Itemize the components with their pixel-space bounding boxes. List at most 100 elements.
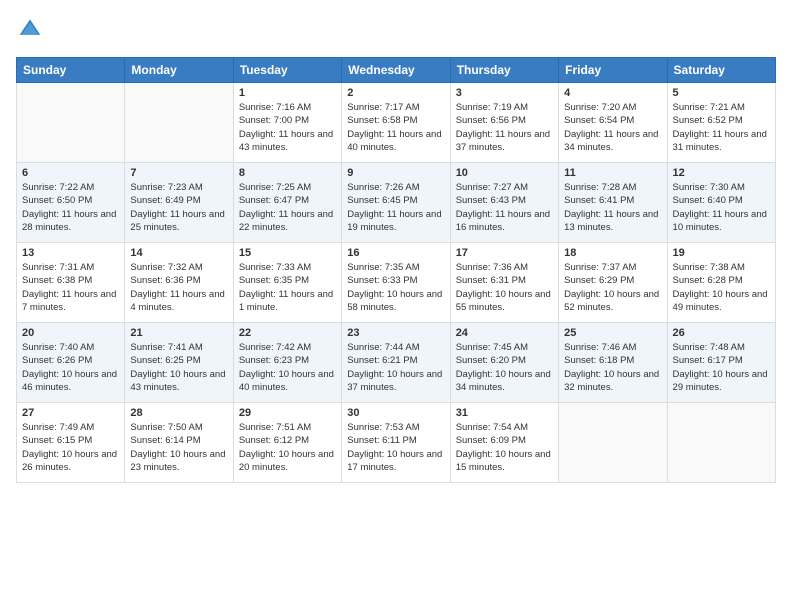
day-number: 28 (130, 407, 227, 419)
day-info: Sunrise: 7:44 AM Sunset: 6:21 PM Dayligh… (347, 341, 444, 394)
calendar-cell: 30 Sunrise: 7:53 AM Sunset: 6:11 PM Dayli… (342, 403, 450, 483)
day-number: 15 (239, 247, 336, 259)
day-number: 14 (130, 247, 227, 259)
calendar-table: SundayMondayTuesdayWednesdayThursdayFrid… (16, 57, 776, 483)
day-number: 31 (456, 407, 553, 419)
calendar-cell: 1Sunrise: 7:16 AM Sunset: 7:00 PM Daylig… (233, 83, 341, 163)
day-info: Sunrise: 7:41 AM Sunset: 6:25 PM Dayligh… (130, 341, 227, 394)
day-info: Sunrise: 7:46 AM Sunset: 6:18 PM Dayligh… (564, 341, 661, 394)
day-info: Sunrise: 7:26 AM Sunset: 6:45 PM Dayligh… (347, 181, 444, 234)
day-number: 30 (347, 407, 444, 419)
day-number: 10 (456, 167, 553, 179)
calendar-week-row: 20 Sunrise: 7:40 AM Sunset: 6:26 PM Dayli… (17, 323, 776, 403)
weekday-header-row: SundayMondayTuesdayWednesdayThursdayFrid… (17, 58, 776, 83)
day-number: 8 (239, 167, 336, 179)
day-number: 19 (673, 247, 770, 259)
calendar-cell: 16 Sunrise: 7:35 AM Sunset: 6:33 PM Dayli… (342, 243, 450, 323)
calendar-cell (17, 83, 125, 163)
day-info: Sunrise: 7:40 AM Sunset: 6:26 PM Dayligh… (22, 341, 119, 394)
day-info: Sunrise: 7:48 AM Sunset: 6:17 PM Dayligh… (673, 341, 770, 394)
day-info: Sunrise: 7:27 AM Sunset: 6:43 PM Dayligh… (456, 181, 553, 234)
day-number: 5 (673, 87, 770, 99)
day-number: 24 (456, 327, 553, 339)
logo-icon (18, 16, 42, 40)
day-info: Sunrise: 7:45 AM Sunset: 6:20 PM Dayligh… (456, 341, 553, 394)
day-number: 18 (564, 247, 661, 259)
calendar-cell: 31 Sunrise: 7:54 AM Sunset: 6:09 PM Dayli… (450, 403, 558, 483)
calendar-cell: 26 Sunrise: 7:48 AM Sunset: 6:17 PM Dayli… (667, 323, 775, 403)
day-number: 3 (456, 87, 553, 99)
calendar-cell: 6Sunrise: 7:22 AM Sunset: 6:50 PM Daylig… (17, 163, 125, 243)
day-info: Sunrise: 7:17 AM Sunset: 6:58 PM Dayligh… (347, 101, 444, 154)
day-info: Sunrise: 7:53 AM Sunset: 6:11 PM Dayligh… (347, 421, 444, 474)
day-info: Sunrise: 7:36 AM Sunset: 6:31 PM Dayligh… (456, 261, 553, 314)
day-number: 9 (347, 167, 444, 179)
calendar-cell: 17 Sunrise: 7:36 AM Sunset: 6:31 PM Dayli… (450, 243, 558, 323)
day-info: Sunrise: 7:19 AM Sunset: 6:56 PM Dayligh… (456, 101, 553, 154)
day-number: 20 (22, 327, 119, 339)
day-info: Sunrise: 7:32 AM Sunset: 6:36 PM Dayligh… (130, 261, 227, 314)
day-info: Sunrise: 7:49 AM Sunset: 6:15 PM Dayligh… (22, 421, 119, 474)
day-info: Sunrise: 7:50 AM Sunset: 6:14 PM Dayligh… (130, 421, 227, 474)
calendar-cell: 19Sunrise: 7:38 AM Sunset: 6:28 PM Dayli… (667, 243, 775, 323)
day-info: Sunrise: 7:33 AM Sunset: 6:35 PM Dayligh… (239, 261, 336, 314)
day-number: 29 (239, 407, 336, 419)
day-info: Sunrise: 7:23 AM Sunset: 6:49 PM Dayligh… (130, 181, 227, 234)
calendar-week-row: 13 Sunrise: 7:31 AM Sunset: 6:38 PM Dayli… (17, 243, 776, 323)
calendar-cell: 23 Sunrise: 7:44 AM Sunset: 6:21 PM Dayli… (342, 323, 450, 403)
day-number: 26 (673, 327, 770, 339)
day-number: 1 (239, 87, 336, 99)
weekday-header-cell: Monday (125, 58, 233, 83)
weekday-header-cell: Friday (559, 58, 667, 83)
day-info: Sunrise: 7:31 AM Sunset: 6:38 PM Dayligh… (22, 261, 119, 314)
calendar-week-row: 1Sunrise: 7:16 AM Sunset: 7:00 PM Daylig… (17, 83, 776, 163)
calendar-cell: 28 Sunrise: 7:50 AM Sunset: 6:14 PM Dayli… (125, 403, 233, 483)
day-info: Sunrise: 7:21 AM Sunset: 6:52 PM Dayligh… (673, 101, 770, 154)
day-info: Sunrise: 7:42 AM Sunset: 6:23 PM Dayligh… (239, 341, 336, 394)
calendar-cell: 11 Sunrise: 7:28 AM Sunset: 6:41 PM Dayli… (559, 163, 667, 243)
calendar-cell: 10 Sunrise: 7:27 AM Sunset: 6:43 PM Dayli… (450, 163, 558, 243)
weekday-header-cell: Thursday (450, 58, 558, 83)
calendar-cell: 13 Sunrise: 7:31 AM Sunset: 6:38 PM Dayli… (17, 243, 125, 323)
calendar-cell: 9 Sunrise: 7:26 AM Sunset: 6:45 PM Daylig… (342, 163, 450, 243)
day-number: 12 (673, 167, 770, 179)
calendar-cell: 5 Sunrise: 7:21 AM Sunset: 6:52 PM Daylig… (667, 83, 775, 163)
day-number: 23 (347, 327, 444, 339)
day-info: Sunrise: 7:35 AM Sunset: 6:33 PM Dayligh… (347, 261, 444, 314)
weekday-header-cell: Sunday (17, 58, 125, 83)
weekday-header-cell: Tuesday (233, 58, 341, 83)
day-info: Sunrise: 7:37 AM Sunset: 6:29 PM Dayligh… (564, 261, 661, 314)
day-number: 4 (564, 87, 661, 99)
calendar-week-row: 27 Sunrise: 7:49 AM Sunset: 6:15 PM Dayli… (17, 403, 776, 483)
weekday-header-cell: Saturday (667, 58, 775, 83)
day-number: 27 (22, 407, 119, 419)
calendar-cell: 20 Sunrise: 7:40 AM Sunset: 6:26 PM Dayli… (17, 323, 125, 403)
day-number: 25 (564, 327, 661, 339)
calendar-cell (559, 403, 667, 483)
day-number: 7 (130, 167, 227, 179)
day-info: Sunrise: 7:54 AM Sunset: 6:09 PM Dayligh… (456, 421, 553, 474)
calendar-cell: 22 Sunrise: 7:42 AM Sunset: 6:23 PM Dayli… (233, 323, 341, 403)
calendar-cell: 29 Sunrise: 7:51 AM Sunset: 6:12 PM Dayli… (233, 403, 341, 483)
day-number: 11 (564, 167, 661, 179)
calendar-cell: 24 Sunrise: 7:45 AM Sunset: 6:20 PM Dayli… (450, 323, 558, 403)
day-info: Sunrise: 7:20 AM Sunset: 6:54 PM Dayligh… (564, 101, 661, 154)
calendar-cell: 14 Sunrise: 7:32 AM Sunset: 6:36 PM Dayli… (125, 243, 233, 323)
calendar-cell: 8 Sunrise: 7:25 AM Sunset: 6:47 PM Daylig… (233, 163, 341, 243)
calendar-cell: 4 Sunrise: 7:20 AM Sunset: 6:54 PM Daylig… (559, 83, 667, 163)
day-info: Sunrise: 7:25 AM Sunset: 6:47 PM Dayligh… (239, 181, 336, 234)
logo (16, 16, 44, 45)
day-number: 17 (456, 247, 553, 259)
calendar-cell: 3 Sunrise: 7:19 AM Sunset: 6:56 PM Daylig… (450, 83, 558, 163)
calendar-cell: 7 Sunrise: 7:23 AM Sunset: 6:49 PM Daylig… (125, 163, 233, 243)
day-number: 13 (22, 247, 119, 259)
calendar-week-row: 6Sunrise: 7:22 AM Sunset: 6:50 PM Daylig… (17, 163, 776, 243)
day-info: Sunrise: 7:51 AM Sunset: 6:12 PM Dayligh… (239, 421, 336, 474)
day-number: 16 (347, 247, 444, 259)
calendar-cell: 2Sunrise: 7:17 AM Sunset: 6:58 PM Daylig… (342, 83, 450, 163)
day-number: 21 (130, 327, 227, 339)
day-number: 22 (239, 327, 336, 339)
calendar-cell: 12Sunrise: 7:30 AM Sunset: 6:40 PM Dayli… (667, 163, 775, 243)
day-info: Sunrise: 7:28 AM Sunset: 6:41 PM Dayligh… (564, 181, 661, 234)
calendar-cell: 15 Sunrise: 7:33 AM Sunset: 6:35 PM Dayli… (233, 243, 341, 323)
